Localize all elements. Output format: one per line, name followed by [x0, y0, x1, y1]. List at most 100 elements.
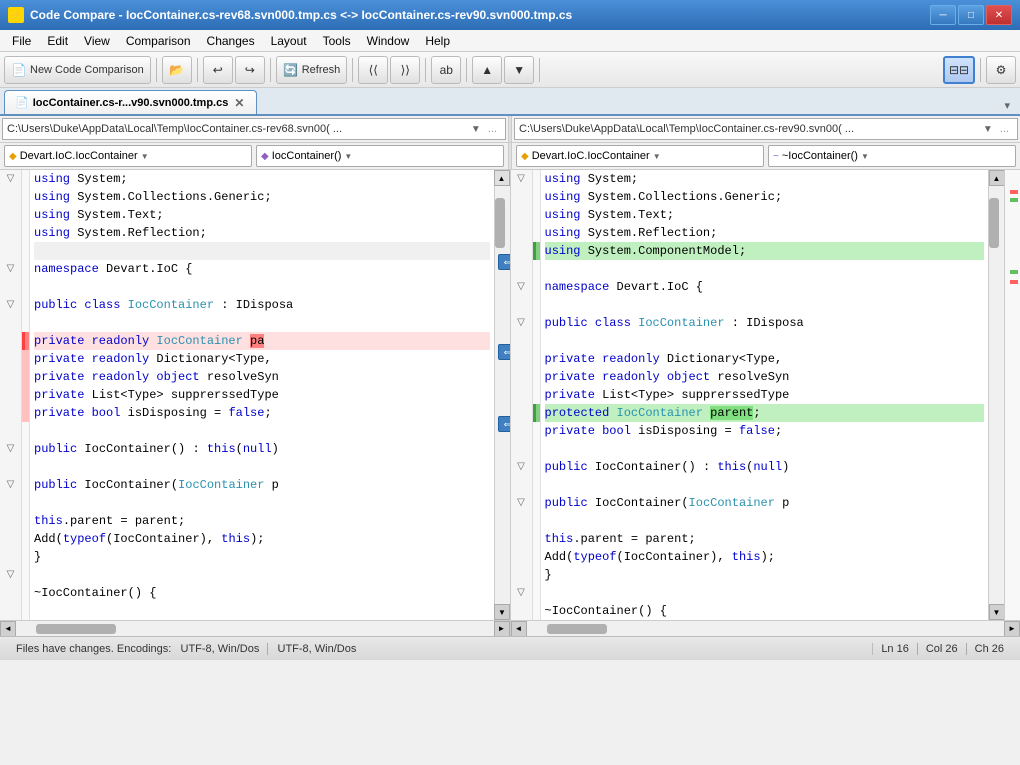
menu-changes[interactable]: Changes — [199, 32, 263, 50]
maximize-button[interactable]: □ — [958, 5, 984, 25]
find-replace-button[interactable]: ab — [431, 56, 461, 84]
code-line-1: using System; — [34, 170, 490, 188]
left-class-label: Devart.IoC.IocContainer — [20, 150, 138, 162]
close-button[interactable]: ✕ — [986, 5, 1012, 25]
rdm-11 — [533, 368, 540, 386]
right-hscroll-right[interactable]: ► — [1004, 621, 1020, 637]
prev-diff-icon: ▲ — [479, 62, 495, 78]
new-comparison-button[interactable]: 📄 New Code Comparison — [4, 56, 151, 84]
right-method-dropdown[interactable]: ~ ~IocContainer() ▼ — [768, 145, 1016, 167]
method-icon-right: ~ — [773, 151, 779, 162]
right-scrollbar-h[interactable]: ◄ ► — [511, 620, 1020, 636]
open-button[interactable]: 📂 — [162, 56, 192, 84]
gutter-fold-5[interactable]: ▽ — [0, 476, 21, 494]
copy-left-icon: ⟨⟨ — [365, 62, 381, 78]
main-tab[interactable]: 📄 IocContainer.cs-r...v90.svn000.tmp.cs … — [4, 90, 257, 114]
rdm-10 — [533, 350, 540, 368]
undo-button[interactable]: ↩ — [203, 56, 233, 84]
left-hscroll-thumb[interactable] — [36, 624, 116, 634]
find-replace-icon: ab — [438, 62, 454, 78]
dropdown-bar-container: ◆ Devart.IoC.IocContainer ▼ ◆ IocContain… — [0, 143, 1020, 170]
gutter-fold-1[interactable]: ▽ — [0, 170, 21, 188]
dm-11 — [22, 368, 29, 386]
gutter-fold-3[interactable]: ▽ — [0, 296, 21, 314]
right-g-8 — [511, 350, 532, 368]
right-scroll-up[interactable]: ▲ — [989, 170, 1005, 186]
left-hscroll-right[interactable]: ► — [494, 621, 510, 637]
path-divider — [508, 116, 512, 142]
left-dropdown-bar: ◆ Devart.IoC.IocContainer ▼ ◆ IocContain… — [0, 143, 508, 169]
right-scroll-down[interactable]: ▼ — [989, 604, 1005, 620]
right-scrollbar-v[interactable]: ▲ ▼ — [988, 170, 1004, 620]
gutter-fold-2[interactable]: ▽ — [0, 260, 21, 278]
left-editor-pane: ▲ ▽ ▽ ▽ ▽ ▽ — [0, 170, 511, 636]
left-method-dropdown[interactable]: ◆ IocContainer() ▼ — [256, 145, 504, 167]
settings-icon: ⚙ — [993, 62, 1009, 78]
right-code-5-added: using System.ComponentModel; — [545, 242, 985, 260]
refresh-button[interactable]: 🔄 Refresh — [276, 56, 348, 84]
code-line-7: public class IocContainer : IDisposa — [34, 296, 490, 314]
status-ln: Ln 16 — [873, 643, 918, 655]
left-path-bar[interactable]: C:\Users\Duke\AppData\Local\Temp\IocCont… — [2, 118, 506, 140]
dm-6 — [22, 260, 29, 278]
prev-diff-button[interactable]: ▲ — [472, 56, 502, 84]
menu-comparison[interactable]: Comparison — [118, 32, 199, 50]
right-gutter-fold-4[interactable]: ▽ — [511, 458, 532, 476]
right-gutter-fold-6[interactable]: ▽ — [511, 584, 532, 602]
redo-button[interactable]: ↪ — [235, 56, 265, 84]
settings-button[interactable]: ⚙ — [986, 56, 1016, 84]
left-path-text: C:\Users\Duke\AppData\Local\Temp\IocCont… — [7, 123, 468, 135]
tab-icon: 📄 — [15, 96, 29, 109]
menu-help[interactable]: Help — [417, 32, 458, 50]
right-code-1: using System; — [545, 170, 985, 188]
menu-edit[interactable]: Edit — [39, 32, 76, 50]
right-gutter-fold-3[interactable]: ▽ — [511, 314, 532, 332]
right-hscroll-thumb[interactable] — [547, 624, 607, 634]
right-path-bar[interactable]: C:\Users\Duke\AppData\Local\Temp\IocCont… — [514, 118, 1018, 140]
right-gutter-fold-1[interactable]: ▽ — [511, 170, 532, 188]
left-path-dropdown[interactable]: ▼ — [468, 124, 484, 135]
next-diff-button[interactable]: ▼ — [504, 56, 534, 84]
right-code-area[interactable]: using System; using System.Collections.G… — [541, 170, 989, 620]
menu-file[interactable]: File — [4, 32, 39, 50]
gutter-fold-6[interactable]: ▽ — [0, 566, 21, 584]
right-class-dropdown[interactable]: ◆ Devart.IoC.IocContainer ▼ — [516, 145, 764, 167]
left-scrollbar-v[interactable]: ▲ ▼ — [494, 170, 510, 620]
link-connector-3[interactable]: ⟺ — [498, 416, 511, 432]
right-path-dropdown[interactable]: ▼ — [980, 124, 996, 135]
gutter-fold-4[interactable]: ▽ — [0, 440, 21, 458]
menu-window[interactable]: Window — [359, 32, 418, 50]
gutter-13 — [0, 458, 21, 476]
left-scroll-up[interactable]: ▲ — [494, 170, 510, 186]
minimize-button[interactable]: ─ — [930, 5, 956, 25]
side-by-side-button[interactable]: ⊟⊟ — [943, 56, 975, 84]
left-scroll-thumb[interactable] — [495, 198, 505, 248]
code-line-10: private readonly Dictionary<Type, — [34, 350, 490, 368]
left-code-area[interactable]: using System; using System.Collections.G… — [30, 170, 494, 620]
link-connector-1[interactable]: ⟺ — [498, 254, 511, 270]
menu-view[interactable]: View — [76, 32, 118, 50]
right-g-9 — [511, 368, 532, 386]
toolbar-sep-8 — [980, 58, 981, 82]
copy-right-button[interactable]: ⟩⟩ — [390, 56, 420, 84]
left-scroll-down-btn[interactable]: ▼ — [494, 604, 510, 620]
tab-dropdown-button[interactable]: ▾ — [998, 97, 1016, 114]
right-hscroll-left[interactable]: ◄ — [511, 621, 527, 637]
gutter-8 — [0, 350, 21, 368]
menu-layout[interactable]: Layout — [263, 32, 315, 50]
link-connector-2[interactable]: ⟺ — [498, 344, 511, 360]
menu-tools[interactable]: Tools — [315, 32, 359, 50]
code-line-3: using System.Text; — [34, 206, 490, 224]
left-method-label: IocContainer() — [272, 150, 342, 162]
copy-left-button[interactable]: ⟨⟨ — [358, 56, 388, 84]
rdm-added2 — [533, 404, 540, 422]
tab-close-button[interactable]: ✕ — [232, 96, 246, 110]
right-g-17 — [511, 548, 532, 566]
right-gutter-fold-2[interactable]: ▽ — [511, 278, 532, 296]
left-class-dropdown[interactable]: ◆ Devart.IoC.IocContainer ▼ — [4, 145, 252, 167]
left-hscroll-left[interactable]: ◄ — [0, 621, 16, 637]
code-line-18 — [34, 494, 490, 512]
right-scroll-thumb[interactable] — [989, 198, 999, 248]
left-scrollbar-h[interactable]: ◄ ► — [0, 620, 510, 636]
right-gutter-fold-5[interactable]: ▽ — [511, 494, 532, 512]
